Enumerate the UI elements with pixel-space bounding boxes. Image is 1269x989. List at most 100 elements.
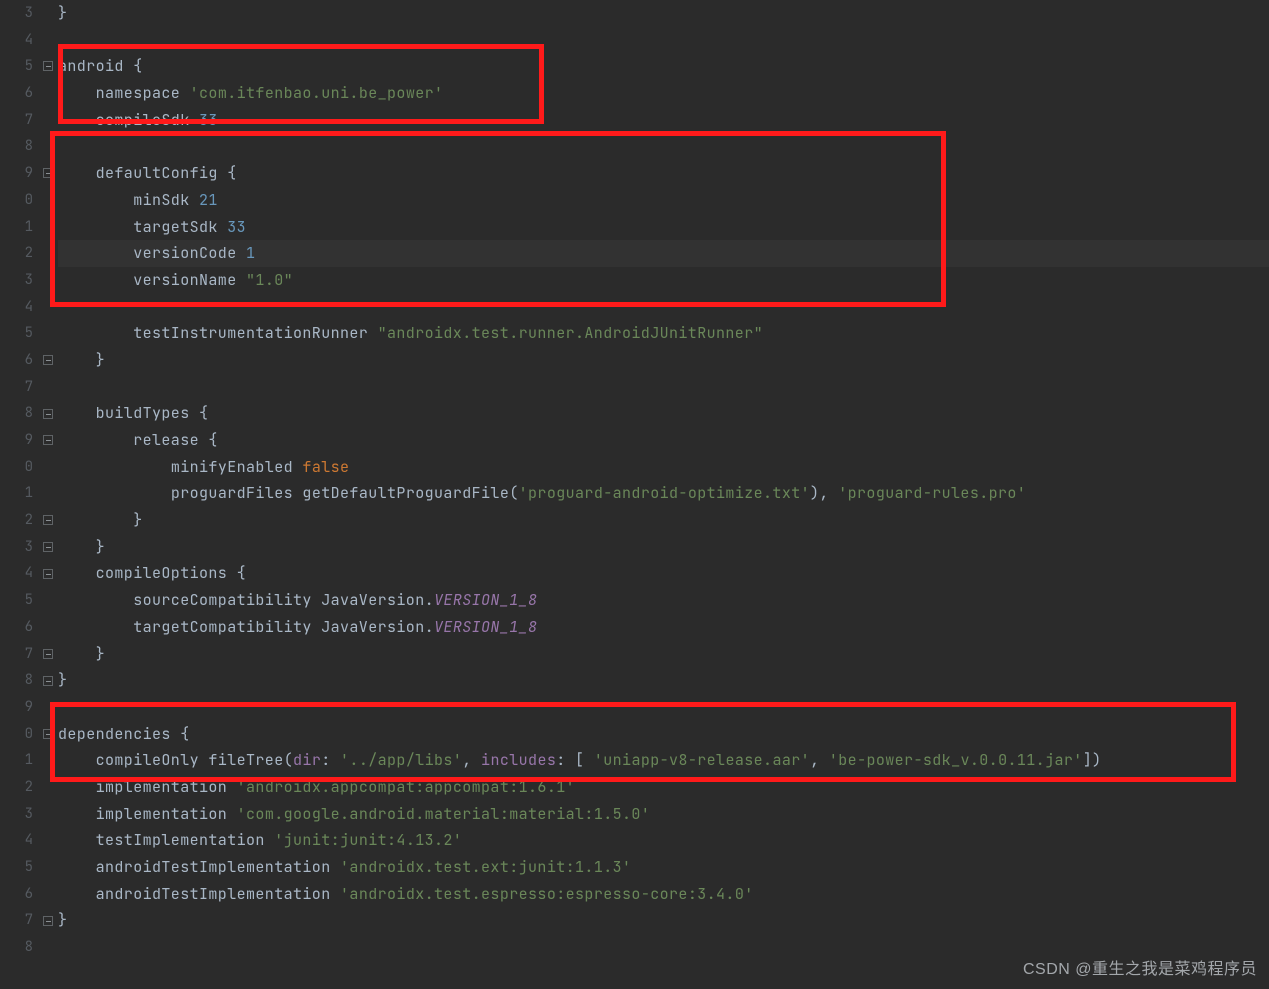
fold-close-icon[interactable] — [43, 649, 53, 659]
line-number: 4 — [0, 294, 33, 321]
token-str: 'com.google.android.material:material:1.… — [237, 804, 651, 824]
code-line[interactable]: } — [58, 534, 1269, 561]
token-num: 21 — [199, 190, 218, 210]
line-number: 3 — [0, 267, 33, 294]
code-line[interactable]: minifyEnabled false — [58, 454, 1269, 481]
line-number: 9 — [0, 160, 33, 187]
token-str: "androidx.test.runner.AndroidJUnitRunner… — [378, 323, 763, 343]
code-line[interactable] — [58, 694, 1269, 721]
token-id: compileOnly fileTree( — [96, 750, 293, 770]
code-line[interactable]: } — [58, 0, 1269, 27]
code-line[interactable] — [58, 294, 1269, 321]
token-id: compileOptions — [96, 563, 237, 583]
code-line[interactable]: implementation 'com.google.android.mater… — [58, 801, 1269, 828]
code-line[interactable]: compileOnly fileTree(dir: '../app/libs',… — [58, 747, 1269, 774]
code-line[interactable]: sourceCompatibility JavaVersion.VERSION_… — [58, 587, 1269, 614]
fold-close-icon[interactable] — [43, 916, 53, 926]
code-line[interactable]: dependencies { — [58, 721, 1269, 748]
fold-open-icon[interactable] — [43, 435, 53, 445]
line-number: 9 — [0, 427, 33, 454]
code-line[interactable]: defaultConfig { — [58, 160, 1269, 187]
token-pun: { — [180, 724, 189, 744]
code-line[interactable]: } — [58, 507, 1269, 534]
code-area[interactable]: } android { namespace 'com.itfenbao.uni.b… — [56, 0, 1269, 989]
line-number: 5 — [0, 53, 33, 80]
fold-open-icon[interactable] — [43, 61, 53, 71]
token-id: minSdk — [133, 190, 199, 210]
fold-column — [42, 0, 56, 989]
code-line[interactable]: buildTypes { — [58, 400, 1269, 427]
token-str: "1.0" — [246, 270, 293, 290]
code-line[interactable]: versionName "1.0" — [58, 267, 1269, 294]
token-id: proguardFiles getDefaultProguardFile( — [171, 483, 519, 503]
token-nmd: dir — [293, 750, 321, 770]
token-id: compileSdk — [96, 110, 199, 130]
line-number: 4 — [0, 27, 33, 54]
token-id: implementation — [96, 777, 237, 797]
code-line[interactable]: proguardFiles getDefaultProguardFile('pr… — [58, 480, 1269, 507]
token-str: 'com.itfenbao.uni.be_power' — [190, 83, 444, 103]
line-number: 9 — [0, 694, 33, 721]
watermark-text: CSDN @重生之我是菜鸡程序员 — [1023, 955, 1257, 979]
code-line[interactable]: targetSdk 33 — [58, 214, 1269, 241]
code-line[interactable]: } — [58, 347, 1269, 374]
code-line[interactable] — [58, 133, 1269, 160]
line-number: 3 — [0, 534, 33, 561]
token-str: 'androidx.test.espresso:espresso-core:3.… — [340, 884, 754, 904]
code-line[interactable]: versionCode 1 — [58, 240, 1269, 267]
code-line[interactable]: } — [58, 907, 1269, 934]
code-line[interactable]: release { — [58, 427, 1269, 454]
code-line[interactable]: implementation 'androidx.appcompat:appco… — [58, 774, 1269, 801]
code-line[interactable]: androidTestImplementation 'androidx.test… — [58, 881, 1269, 908]
code-line[interactable]: } — [58, 667, 1269, 694]
token-num: 1 — [246, 243, 255, 263]
token-kw: false — [302, 457, 349, 477]
code-line[interactable]: compileSdk 33 — [58, 107, 1269, 134]
fold-close-icon[interactable] — [43, 542, 53, 552]
code-line[interactable] — [58, 27, 1269, 54]
line-number: 6 — [0, 881, 33, 908]
line-number: 2 — [0, 240, 33, 267]
token-str: '../app/libs' — [340, 750, 462, 770]
token-pun: } — [133, 510, 142, 530]
token-str: 'uniapp-v8-release.aar' — [594, 750, 810, 770]
token-str: 'proguard-android-optimize.txt' — [519, 483, 810, 503]
fold-open-icon[interactable] — [43, 168, 53, 178]
fold-close-icon[interactable] — [43, 355, 53, 365]
token-id: androidTestImplementation — [96, 884, 340, 904]
code-line[interactable] — [58, 374, 1269, 401]
token-pun: } — [96, 350, 105, 370]
token-id: versionCode — [133, 243, 246, 263]
code-line[interactable]: } — [58, 641, 1269, 668]
code-line[interactable]: testImplementation 'junit:junit:4.13.2' — [58, 827, 1269, 854]
code-line[interactable]: targetCompatibility JavaVersion.VERSION_… — [58, 614, 1269, 641]
token-str: 'androidx.appcompat:appcompat:1.6.1' — [237, 777, 575, 797]
token-pun: } — [96, 537, 105, 557]
token-id: namespace — [96, 83, 190, 103]
token-pun: { — [199, 403, 208, 423]
token-id: buildTypes — [96, 403, 199, 423]
fold-open-icon[interactable] — [43, 409, 53, 419]
token-pun: { — [208, 430, 217, 450]
line-number: 7 — [0, 641, 33, 668]
code-line[interactable]: testInstrumentationRunner "androidx.test… — [58, 320, 1269, 347]
code-line[interactable]: androidTestImplementation 'androidx.test… — [58, 854, 1269, 881]
fold-close-icon[interactable] — [43, 676, 53, 686]
code-line[interactable]: namespace 'com.itfenbao.uni.be_power' — [58, 80, 1269, 107]
code-line[interactable]: android { — [58, 53, 1269, 80]
line-number: 6 — [0, 80, 33, 107]
line-number: 3 — [0, 0, 33, 27]
fold-open-icon[interactable] — [43, 729, 53, 739]
code-editor[interactable]: 345678901234567890123456789012345678 }an… — [0, 0, 1269, 989]
code-line[interactable]: compileOptions { — [58, 560, 1269, 587]
token-itc: VERSION_1_8 — [434, 590, 537, 610]
token-pun: { — [133, 56, 142, 76]
token-id: targetCompatibility JavaVersion. — [133, 617, 434, 637]
line-number: 1 — [0, 747, 33, 774]
code-line[interactable]: minSdk 21 — [58, 187, 1269, 214]
token-pun: { — [227, 163, 236, 183]
fold-open-icon[interactable] — [43, 569, 53, 579]
fold-close-icon[interactable] — [43, 515, 53, 525]
line-number: 2 — [0, 507, 33, 534]
line-number: 5 — [0, 587, 33, 614]
